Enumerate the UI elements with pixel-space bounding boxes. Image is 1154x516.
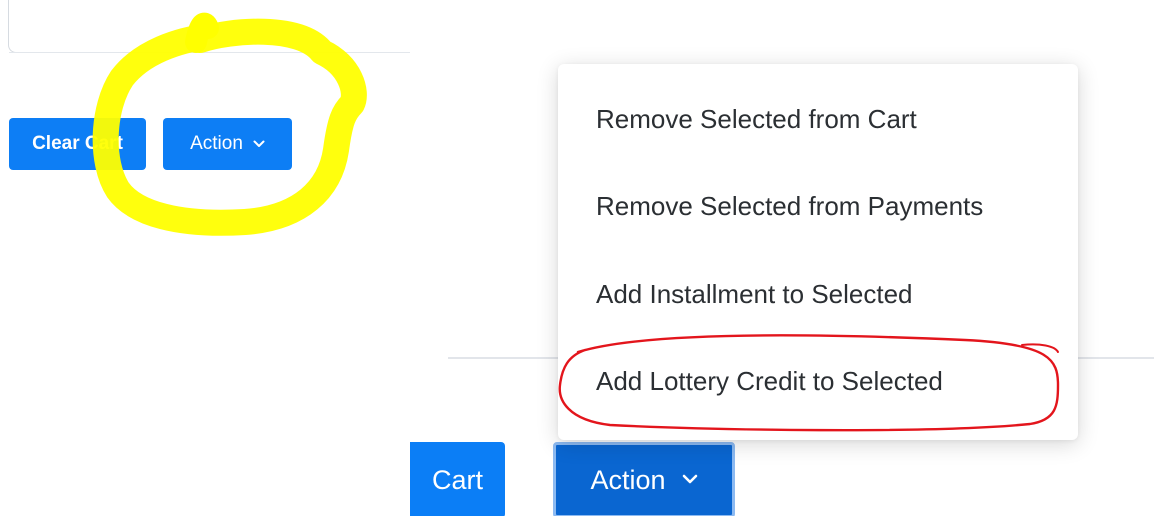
left-screenshot-panel: Clear Cart Action	[0, 0, 410, 516]
action-button[interactable]: Action	[163, 118, 292, 170]
action-label: Action	[190, 133, 243, 154]
text-area-edge[interactable]	[8, 0, 410, 53]
chevron-down-icon	[682, 471, 698, 489]
clear-cart-label: Clear Cart	[32, 133, 123, 154]
right-screenshot-panel: Cart Action Remove Selected from Cart Re…	[410, 0, 1154, 516]
menu-item-remove-from-payments[interactable]: Remove Selected from Payments	[596, 191, 983, 222]
cart-label: Cart	[431, 464, 483, 495]
menu-item-remove-from-cart[interactable]: Remove Selected from Cart	[596, 104, 917, 135]
action-dropdown-menu: Remove Selected from Cart Remove Selecte…	[558, 64, 1078, 440]
action-label-open: Action	[590, 464, 666, 495]
menu-item-add-lottery-credit[interactable]: Add Lottery Credit to Selected	[596, 366, 943, 397]
action-button-open[interactable]: Action	[553, 442, 735, 516]
clear-cart-button-cropped[interactable]: Cart	[410, 442, 505, 516]
menu-item-add-installment[interactable]: Add Installment to Selected	[596, 279, 913, 310]
chevron-down-icon	[253, 137, 265, 151]
clear-cart-button[interactable]: Clear Cart	[9, 118, 146, 170]
yellow-highlight-annotation	[92, 12, 367, 236]
